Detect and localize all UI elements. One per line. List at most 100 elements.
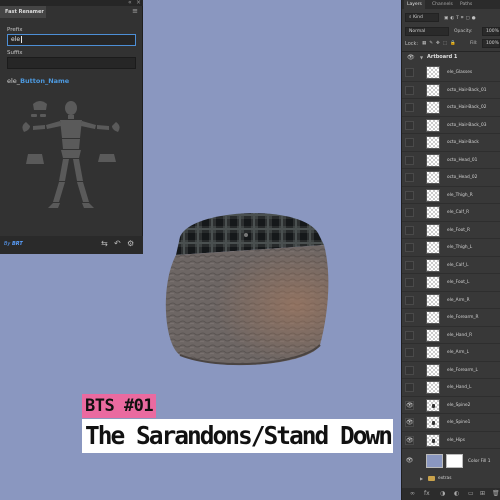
hips-part[interactable]: [61, 150, 81, 158]
visibility-toggle-icon[interactable]: [405, 190, 414, 200]
visibility-toggle-icon[interactable]: [405, 348, 414, 357]
skirt-icon[interactable]: [26, 154, 44, 164]
visibility-toggle-icon[interactable]: 👁: [405, 400, 414, 410]
visibility-toggle-icon[interactable]: [405, 208, 414, 217]
layer-thumbnail: [426, 416, 440, 429]
layer-row[interactable]: ele_Thigh_L: [402, 239, 500, 257]
neck-part[interactable]: [68, 115, 74, 119]
visibility-toggle-icon[interactable]: [405, 173, 414, 182]
tab-layers[interactable]: Layers: [404, 0, 425, 9]
spine2-part[interactable]: [60, 120, 82, 138]
settings-gear-icon[interactable]: ⚙: [127, 239, 134, 248]
layer-row[interactable]: 👁 ele_Spine1: [402, 414, 500, 432]
artboard-row[interactable]: 👁 ▼ Artboard 1: [402, 52, 500, 64]
visibility-toggle-icon[interactable]: [405, 155, 414, 165]
visibility-toggle-icon[interactable]: [405, 68, 414, 77]
visibility-toggle-icon[interactable]: [405, 243, 414, 252]
layer-row[interactable]: ele_Hand_L: [402, 379, 500, 397]
tab-paths[interactable]: Paths: [460, 0, 472, 9]
panel-menu-icon[interactable]: ≡: [132, 7, 138, 15]
layer-row[interactable]: octo_Hair-Back_03: [402, 117, 500, 134]
foot-l-part[interactable]: [82, 203, 94, 208]
layer-row[interactable]: ele_Hand_R: [402, 327, 500, 344]
visibility-toggle-icon[interactable]: [405, 365, 414, 375]
foot-r-part[interactable]: [48, 203, 60, 208]
prefix-input[interactable]: ele: [7, 34, 136, 46]
layer-row[interactable]: ele_Forearm_R: [402, 309, 500, 327]
layer-row[interactable]: 👁 ele_Spine2: [402, 397, 500, 414]
layer-row[interactable]: octo_Hair-Back: [402, 134, 500, 152]
opacity-input[interactable]: 100%: [482, 27, 500, 36]
group-folder-row[interactable]: ▶ extras: [402, 472, 500, 485]
head-part[interactable]: [65, 101, 77, 115]
hand-l-part[interactable]: [112, 122, 120, 132]
eye-icon[interactable]: 👁: [405, 457, 414, 466]
layer-row[interactable]: ele_Arm_L: [402, 344, 500, 362]
layer-row[interactable]: ele_Foot_R: [402, 222, 500, 239]
layer-row[interactable]: octo_Hair-Back_02: [402, 99, 500, 117]
close-icon[interactable]: ×: [136, 0, 141, 6]
layer-row[interactable]: ele_Foot_L: [402, 274, 500, 292]
eye-icon[interactable]: 👁: [407, 54, 415, 61]
hair-back-part[interactable]: [33, 101, 47, 110]
color-fill-layer-row[interactable]: 👁 Color Fill 1: [402, 452, 500, 471]
visibility-toggle-icon[interactable]: [405, 225, 414, 235]
lock-icons[interactable]: ▦✎✥⬚🔒: [422, 41, 459, 46]
layer-row[interactable]: octo_Head_01: [402, 152, 500, 169]
forearm-r-part[interactable]: [33, 125, 45, 130]
layer-row[interactable]: octo_Head_02: [402, 169, 500, 187]
visibility-toggle-icon[interactable]: [405, 120, 414, 130]
visibility-toggle-icon[interactable]: [405, 138, 414, 147]
thigh-r-part[interactable]: [59, 159, 69, 181]
undo-icon[interactable]: ↶: [114, 239, 121, 248]
collapse-icon[interactable]: «: [128, 0, 132, 6]
visibility-toggle-icon[interactable]: [405, 85, 414, 95]
visibility-toggle-icon[interactable]: [405, 313, 414, 322]
visibility-toggle-icon[interactable]: [405, 383, 414, 392]
visibility-toggle-icon[interactable]: [405, 103, 414, 112]
hand-r-part[interactable]: [22, 122, 30, 132]
layer-row[interactable]: ele_Calf_R: [402, 204, 500, 222]
visibility-toggle-icon[interactable]: [405, 260, 414, 270]
thigh-l-part[interactable]: [73, 159, 83, 181]
layer-row[interactable]: 👁 ele_Hips: [402, 432, 500, 449]
arm-l-part[interactable]: [81, 121, 96, 129]
layer-row[interactable]: octo_Hair-Back_01: [402, 82, 500, 99]
chevron-down-icon[interactable]: ▼: [420, 55, 423, 60]
fast-renamer-tab[interactable]: Fast Renamer: [0, 6, 46, 18]
new-group-icon[interactable]: ▭: [468, 490, 474, 497]
visibility-toggle-icon[interactable]: 👁: [405, 418, 414, 427]
chevron-right-icon[interactable]: ▶: [420, 476, 423, 481]
spine1-part[interactable]: [62, 139, 80, 149]
blend-mode-select[interactable]: Normal: [405, 27, 449, 36]
arm-r-part[interactable]: [46, 121, 61, 129]
filter-icons[interactable]: ▣◐T⌗▢●: [444, 15, 478, 21]
mask-icon[interactable]: ◑: [440, 490, 445, 497]
layer-row[interactable]: ele_Thigh_R: [402, 187, 500, 204]
visibility-toggle-icon[interactable]: [405, 278, 414, 287]
fx-icon[interactable]: fx: [424, 490, 430, 497]
filter-kind-select[interactable]: ⌕ Kind: [405, 13, 439, 22]
body-part-selector[interactable]: [14, 98, 128, 216]
calf-l-part[interactable]: [77, 182, 89, 202]
layer-row[interactable]: ele_Forearm_L: [402, 362, 500, 379]
trash-icon[interactable]: 🗑: [492, 490, 500, 497]
rename-icon[interactable]: ⇆: [101, 239, 108, 248]
forearm-l-part[interactable]: [97, 125, 109, 130]
suffix-input[interactable]: [7, 57, 136, 69]
adjustment-icon[interactable]: ◐: [454, 490, 459, 497]
calf-r-part[interactable]: [53, 182, 65, 202]
shorts-icon[interactable]: [98, 154, 116, 162]
layer-row[interactable]: ele_Glasses: [402, 64, 500, 82]
visibility-toggle-icon[interactable]: [405, 295, 414, 305]
fill-input[interactable]: 100%: [482, 39, 500, 48]
glasses-part[interactable]: [31, 114, 37, 117]
tab-channels[interactable]: Channels: [432, 0, 453, 9]
visibility-toggle-icon[interactable]: [405, 330, 414, 340]
layer-row[interactable]: ele_Calf_L: [402, 257, 500, 274]
glasses-part[interactable]: [40, 114, 46, 117]
link-icon[interactable]: ∞: [410, 490, 415, 497]
layer-row[interactable]: ele_Arm_R: [402, 292, 500, 309]
visibility-toggle-icon[interactable]: 👁: [405, 435, 414, 445]
new-layer-icon[interactable]: ⊞: [480, 490, 485, 497]
